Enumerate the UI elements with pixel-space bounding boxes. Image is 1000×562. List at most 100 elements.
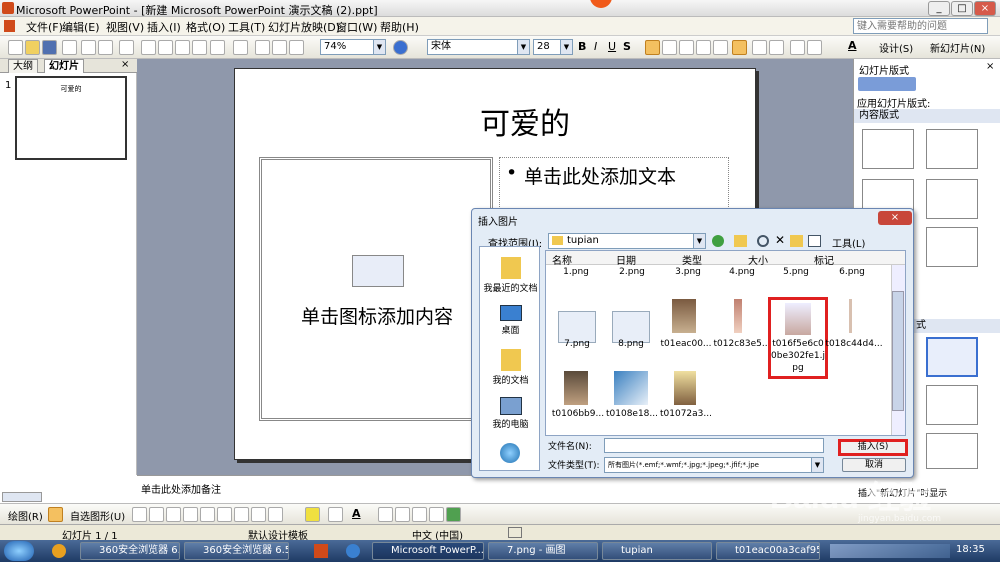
close-icon[interactable]: × [121, 59, 129, 70]
file-item[interactable]: 7.png [547, 339, 607, 349]
textbox-icon[interactable] [200, 507, 215, 522]
view-buttons[interactable] [2, 492, 42, 502]
file-item[interactable]: t018c44d4... [824, 339, 884, 349]
col-name[interactable]: 名称 [552, 252, 572, 267]
layout-content-text-3[interactable] [926, 433, 978, 469]
file-item[interactable]: t0108e18... [602, 409, 662, 419]
task-folder[interactable]: tupian [602, 542, 712, 560]
select-icon[interactable] [48, 507, 63, 522]
shadow-icon[interactable]: S [623, 40, 631, 53]
diagram-icon[interactable] [234, 507, 249, 522]
file-item[interactable]: 6.png [822, 267, 882, 277]
align-left-icon[interactable] [645, 40, 660, 55]
views-icon[interactable] [808, 235, 821, 247]
wordart-icon[interactable] [217, 507, 232, 522]
draw-font-color-icon[interactable]: A [352, 507, 361, 520]
task-image[interactable]: t01eac00a3caf95e... [716, 542, 820, 560]
filename-input[interactable] [604, 438, 824, 453]
file-thumbnail[interactable] [614, 371, 648, 405]
col-tags[interactable]: 标记 [814, 252, 834, 267]
file-thumbnail[interactable] [674, 371, 696, 405]
menu-edit[interactable]: 编辑(E) [62, 19, 100, 35]
font-color-icon[interactable]: A [848, 39, 857, 52]
shadow-style-icon[interactable] [429, 507, 444, 522]
layout-content-text-2[interactable] [926, 385, 978, 425]
menu-insert[interactable]: 插入(I) [147, 19, 181, 35]
clipart-icon[interactable] [251, 507, 266, 522]
task-browser-1[interactable]: 360安全浏览器 6.5 [80, 542, 180, 560]
menu-tools[interactable]: 工具(T) [228, 19, 265, 35]
file-item[interactable]: 3.png [658, 267, 718, 277]
chart-icon[interactable] [255, 40, 270, 55]
file-item[interactable]: 1.png [546, 267, 606, 277]
content-icons[interactable] [352, 255, 404, 287]
new-icon[interactable] [8, 40, 23, 55]
delete-icon[interactable]: ✕ [775, 233, 785, 247]
quicklaunch-icon-3[interactable] [346, 544, 360, 558]
slide-title[interactable]: 可爱的 [235, 99, 815, 143]
minimize-button[interactable]: _ [928, 1, 950, 16]
task-paint[interactable]: 7.png - 画图 [488, 542, 598, 560]
notes-pane[interactable]: 单击此处添加备注 [137, 475, 853, 501]
help-icon[interactable] [393, 40, 408, 55]
task-powerpoint[interactable]: Microsoft PowerP... [372, 542, 484, 560]
look-in-select[interactable]: tupian ▼ [548, 233, 706, 249]
back-icon[interactable] [712, 235, 724, 247]
selected-file-highlight[interactable]: t016f5e6c00be302fe1.jpg [768, 297, 828, 379]
up-folder-icon[interactable] [734, 235, 747, 247]
bold-icon[interactable]: B [578, 40, 586, 53]
file-thumbnail[interactable] [672, 299, 696, 333]
col-date[interactable]: 日期 [616, 252, 636, 267]
scrollbar-thumb[interactable] [892, 291, 904, 411]
file-list-scrollbar[interactable] [891, 265, 905, 435]
menu-file[interactable]: 文件(F) [26, 19, 63, 35]
layout-grid[interactable] [926, 227, 978, 267]
save-icon[interactable] [42, 40, 57, 55]
insert-button[interactable]: 插入(S) [841, 442, 905, 453]
col-size[interactable]: 大小 [748, 252, 768, 267]
columns-icon[interactable] [696, 40, 711, 55]
format-painter-icon[interactable] [192, 40, 207, 55]
rectangle-icon[interactable] [166, 507, 181, 522]
task-browser-2[interactable]: 360安全浏览器 6.5 [184, 542, 289, 560]
place-recent[interactable]: 我最近的文档 [480, 257, 541, 294]
slide-thumbnail[interactable]: 可爱的 [15, 76, 127, 160]
3d-style-icon[interactable] [446, 507, 461, 522]
decrease-font-icon[interactable] [769, 40, 784, 55]
menu-slideshow[interactable]: 幻灯片放映(D) [268, 19, 340, 35]
font-select[interactable]: 宋体 ▼ [427, 39, 530, 55]
line-style-icon[interactable] [378, 507, 393, 522]
search-web-icon[interactable] [757, 235, 769, 247]
align-center-icon[interactable] [662, 40, 677, 55]
menu-help[interactable]: 帮助(H) [380, 19, 419, 35]
bullets-icon[interactable] [732, 40, 747, 55]
print-icon[interactable] [81, 40, 96, 55]
filetype-select[interactable]: 所有图片(*.emf;*.wmf;*.jpg;*.jpeg;*.jfif;*.j… [604, 457, 824, 473]
file-item[interactable]: 2.png [602, 267, 662, 277]
file-item[interactable]: t0106bb9... [548, 409, 608, 419]
file-thumbnail[interactable] [564, 371, 588, 405]
file-item[interactable]: t01072a3... [656, 409, 716, 419]
increase-indent-icon[interactable] [807, 40, 822, 55]
arrow-style-icon[interactable] [412, 507, 427, 522]
italic-icon[interactable]: I [594, 40, 597, 53]
task-pane-nav[interactable] [858, 77, 916, 91]
help-search-input[interactable] [853, 18, 988, 34]
menu-format[interactable]: 格式(O) [186, 19, 225, 35]
place-documents[interactable]: 我的文档 [480, 349, 541, 386]
draw-menu[interactable]: 绘图(R) [8, 508, 43, 523]
grid-icon[interactable] [289, 40, 304, 55]
task-pane-close-icon[interactable]: × [986, 61, 994, 72]
underline-icon[interactable]: U [608, 40, 616, 53]
picture-icon[interactable] [268, 507, 283, 522]
table-icon[interactable] [272, 40, 287, 55]
tab-outline[interactable]: 大纲 [8, 59, 38, 73]
oval-icon[interactable] [183, 507, 198, 522]
file-item[interactable]: 5.png [766, 267, 826, 277]
file-thumbnail[interactable] [849, 299, 852, 333]
paste-icon[interactable] [175, 40, 190, 55]
col-type[interactable]: 类型 [682, 252, 702, 267]
align-right-icon[interactable] [679, 40, 694, 55]
tab-slides[interactable]: 幻灯片 [44, 59, 84, 73]
size-select[interactable]: 28 ▼ [533, 39, 573, 55]
